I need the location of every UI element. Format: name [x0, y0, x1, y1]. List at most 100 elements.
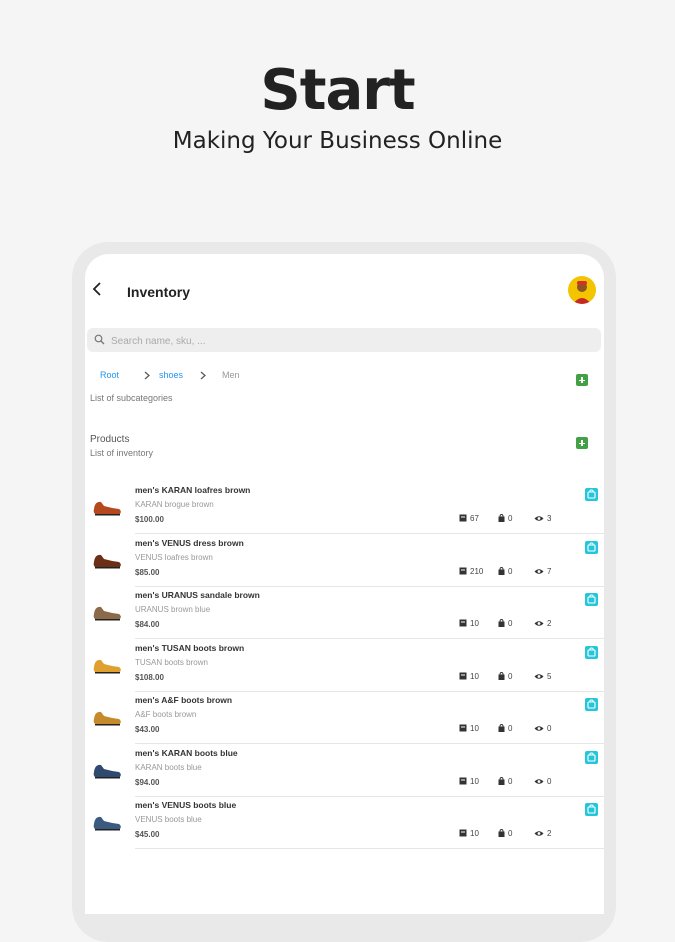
views-count: 5 [534, 672, 551, 681]
product-description: VENUS boots blue [135, 815, 202, 824]
bag-icon [498, 776, 508, 786]
search-icon [94, 334, 105, 345]
stock-count: 67 [459, 514, 479, 523]
hero-subtitle: Making Your Business Online [172, 128, 503, 154]
box-icon [459, 724, 470, 733]
eye-icon [534, 672, 547, 681]
chevron-right-icon [144, 371, 150, 382]
subcategories-label: List of subcategories [90, 393, 173, 403]
product-price: $45.00 [135, 830, 160, 839]
app-screen: Inventory Root shoes Men List of subcate… [85, 254, 604, 914]
product-price: $108.00 [135, 672, 164, 682]
product-row[interactable]: men's A&F boots brown A&F boots brown $43.… [85, 692, 604, 744]
chevron-right-icon [200, 371, 206, 382]
page-title: Inventory [127, 284, 191, 300]
products-subtitle: List of inventory [90, 448, 154, 458]
box-icon [459, 829, 470, 838]
eye-icon [534, 619, 547, 628]
box-icon [459, 672, 470, 681]
views-count: 2 [534, 829, 551, 838]
row-divider [135, 848, 604, 849]
orders-count: 0 [498, 513, 512, 523]
product-row[interactable]: men's VENUS dress brown VENUS loafres bro… [85, 535, 604, 587]
product-thumbnail [91, 599, 123, 623]
product-row[interactable]: men's TUSAN boots brown TUSAN boots brown… [85, 640, 604, 692]
views-count: 0 [534, 777, 551, 786]
shopping-bag-icon[interactable] [585, 488, 598, 501]
views-count: 7 [534, 567, 551, 576]
breadcrumb-men: Men [222, 370, 240, 380]
shopping-bag-icon[interactable] [585, 540, 598, 554]
bag-icon [498, 513, 508, 523]
product-description: URANUS brown blue [135, 605, 211, 614]
product-price: $100.00 [135, 515, 164, 524]
avatar[interactable] [568, 276, 596, 304]
bag-icon [498, 671, 508, 681]
box-icon [459, 567, 470, 576]
product-name: men's A&F boots brown [135, 695, 233, 705]
product-description: TUSAN boots brown [135, 657, 208, 667]
views-count: 0 [534, 724, 551, 733]
product-thumbnail [91, 809, 123, 833]
box-icon [459, 777, 470, 786]
product-name: men's VENUS boots blue [135, 800, 237, 810]
breadcrumb-root[interactable]: Root [100, 370, 119, 380]
orders-count: 0 [498, 671, 512, 681]
box-icon [459, 619, 470, 628]
product-thumbnail [91, 652, 123, 676]
product-name: men's KARAN boots blue [135, 747, 238, 758]
add-product-button[interactable] [576, 437, 588, 449]
product-row[interactable]: men's VENUS boots blue VENUS boots blue $4… [85, 797, 604, 849]
stock-count: 10 [459, 724, 479, 733]
orders-count: 0 [498, 776, 512, 786]
back-arrow-icon[interactable] [91, 281, 105, 297]
product-row[interactable]: men's KARAN boots blue KARAN boots blue $9… [85, 745, 604, 797]
shopping-bag-icon[interactable] [585, 698, 598, 711]
product-thumbnail [91, 547, 123, 571]
product-price: $94.00 [135, 777, 160, 787]
bag-icon [498, 618, 508, 628]
eye-icon [534, 514, 547, 523]
shopping-bag-icon[interactable] [585, 803, 598, 816]
product-thumbnail [91, 757, 123, 781]
product-thumbnail [91, 494, 123, 518]
orders-count: 0 [498, 566, 512, 576]
product-description: KARAN brogue brown [135, 500, 214, 509]
eye-icon [534, 567, 547, 576]
product-thumbnail [91, 704, 123, 728]
product-row[interactable]: men's URANUS sandale brown URANUS brown b… [85, 587, 604, 639]
orders-count: 0 [498, 618, 512, 628]
orders-count: 0 [498, 828, 512, 838]
stock-count: 210 [459, 567, 483, 576]
eye-icon [534, 724, 547, 733]
search-input[interactable] [109, 331, 593, 351]
top-bar: Inventory [85, 254, 604, 324]
product-price: $84.00 [135, 620, 160, 629]
eye-icon [534, 777, 547, 786]
bag-icon [498, 723, 508, 733]
shopping-bag-icon[interactable] [585, 593, 598, 606]
add-subcategory-button[interactable] [576, 374, 588, 386]
bag-icon [498, 566, 508, 576]
breadcrumb-shoes[interactable]: shoes [159, 370, 183, 380]
box-icon [459, 514, 470, 523]
views-count: 3 [534, 514, 551, 523]
stock-count: 10 [459, 672, 479, 681]
shopping-bag-icon[interactable] [585, 750, 598, 764]
orders-count: 0 [498, 723, 512, 733]
stock-count: 10 [459, 777, 479, 786]
search-bar [87, 328, 601, 352]
product-name: men's KARAN loafres brown [135, 485, 251, 495]
product-description: A&F boots brown [135, 710, 197, 719]
products-heading: Products [90, 434, 130, 445]
product-name: men's URANUS sandale brown [135, 590, 260, 600]
views-count: 2 [534, 619, 551, 628]
bag-icon [498, 828, 508, 838]
hero-title: Start [260, 58, 415, 123]
product-row[interactable]: men's KARAN loafres brown KARAN brogue br… [85, 482, 604, 534]
product-price: $85.00 [135, 567, 160, 577]
product-description: VENUS loafres brown [135, 552, 213, 562]
shopping-bag-icon[interactable] [585, 645, 598, 659]
product-price: $43.00 [135, 725, 160, 734]
stock-count: 10 [459, 829, 479, 838]
